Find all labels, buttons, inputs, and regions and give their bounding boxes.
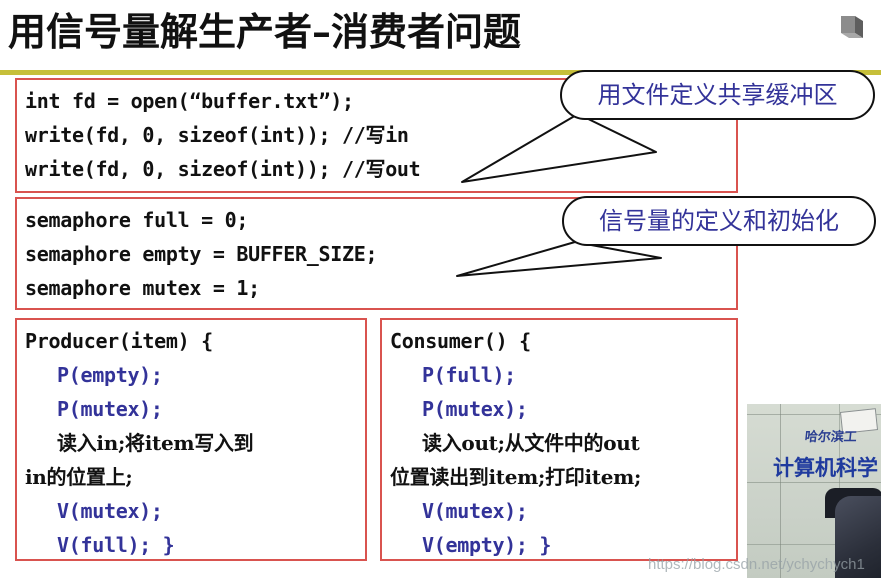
code-line: P(full); bbox=[422, 363, 516, 387]
code-line: 读入in;将item写入到 bbox=[57, 431, 254, 455]
page-title: 用信号量解生产者–消费者问题 bbox=[8, 9, 522, 54]
code-line: semaphore mutex = 1; bbox=[25, 276, 260, 300]
code-line: P(empty); bbox=[57, 363, 163, 387]
code-block-consumer: Consumer() { P(full); P(mutex); 读入out;从文… bbox=[380, 318, 738, 561]
callout-semaphore-init: 信号量的定义和初始化 bbox=[562, 196, 876, 246]
wall-seam bbox=[780, 404, 781, 578]
code-line: write(fd, 0, sizeof(int)); //写out bbox=[25, 157, 421, 181]
code-line: P(mutex); bbox=[422, 397, 528, 421]
video-overlay[interactable]: 哈尔滨工 计算机科学 bbox=[747, 404, 881, 578]
code-line: 位置读出到item;打印item; bbox=[390, 465, 642, 489]
code-line: write(fd, 0, sizeof(int)); //写in bbox=[25, 123, 409, 147]
overlay-banner-small: 哈尔滨工 bbox=[804, 430, 858, 445]
code-line: V(full); } bbox=[57, 533, 175, 557]
slide-canvas: 用信号量解生产者–消费者问题 int fd = open(“buffer.txt… bbox=[0, 0, 881, 578]
callout-file-buffer: 用文件定义共享缓冲区 bbox=[560, 70, 875, 120]
decorative-corner-icon bbox=[835, 12, 869, 42]
code-line: P(mutex); bbox=[57, 397, 163, 421]
code-block-producer: Producer(item) { P(empty); P(mutex); 读入i… bbox=[15, 318, 367, 561]
watermark: https://blog.csdn.net/ychychych1 bbox=[648, 556, 865, 573]
code-line: V(mutex); bbox=[57, 499, 163, 523]
code-line: 读入out;从文件中的out bbox=[422, 431, 640, 455]
producer-header: Producer(item) { bbox=[25, 329, 213, 353]
wall-seam bbox=[747, 482, 881, 483]
code-line: in的位置上; bbox=[25, 465, 133, 489]
overlay-banner-big: 计算机科学 bbox=[773, 455, 878, 480]
code-line: V(mutex); bbox=[422, 499, 528, 523]
consumer-header: Consumer() { bbox=[390, 329, 531, 353]
